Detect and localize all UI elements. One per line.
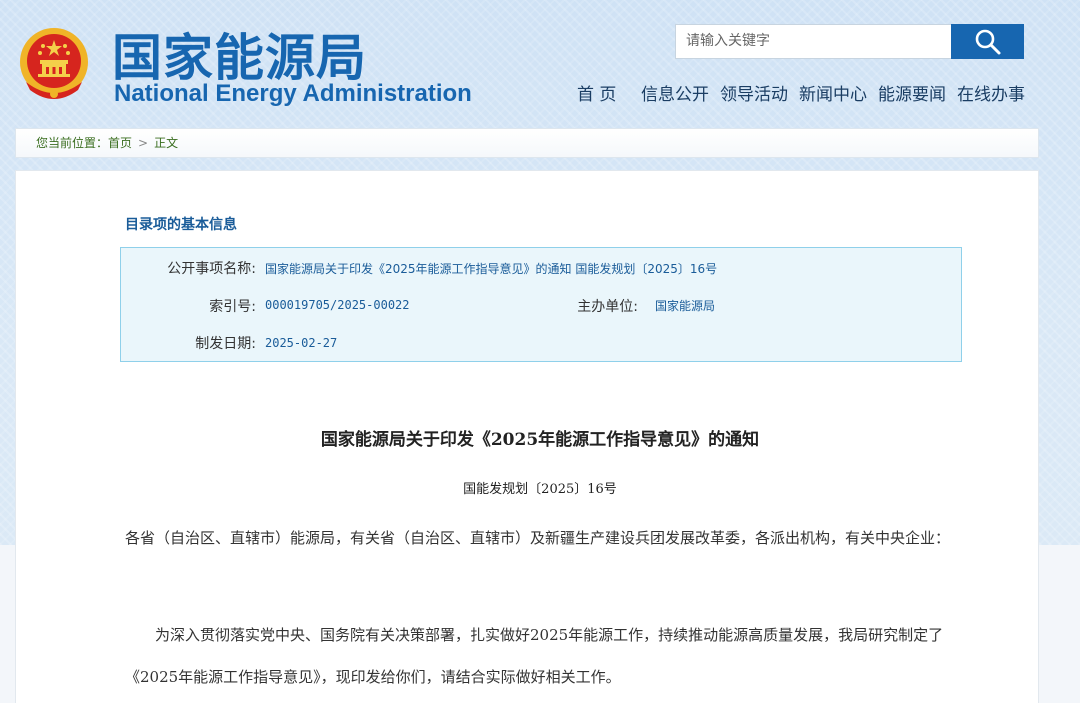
- index-label: 索引号:: [209, 299, 256, 315]
- breadcrumb-prefix: 您当前位置：: [36, 136, 109, 150]
- date-value: 2025-02-27: [265, 336, 338, 350]
- document-number: 国能发规划〔2025〕16号: [463, 482, 617, 497]
- search-input[interactable]: 请输入关键字: [675, 24, 952, 59]
- index-value: 000019705/2025-00022: [265, 298, 410, 312]
- issuer-value: 国家能源局: [655, 299, 716, 313]
- search-icon: [975, 29, 1000, 54]
- breadcrumb-separator: >: [138, 136, 149, 150]
- name-value: 国家能源局关于印发《2025年能源工作指导意见》的通知 国能发规划〔2025〕1…: [265, 262, 718, 276]
- name-label: 公开事项名称:: [167, 261, 256, 277]
- site-logo-english[interactable]: National Energy Administration: [114, 80, 472, 108]
- nav-leadership-activities[interactable]: 领导活动: [720, 80, 788, 105]
- national-emblem-icon[interactable]: [16, 24, 92, 102]
- date-label: 制发日期:: [195, 336, 256, 352]
- nav-online-services[interactable]: 在线办事: [957, 80, 1025, 105]
- nav-energy-news[interactable]: 能源要闻: [878, 80, 946, 105]
- nav-info-disclosure[interactable]: 信息公开: [641, 80, 709, 105]
- nav-home[interactable]: 首 页: [577, 80, 616, 105]
- document-paragraph: 各省（自治区、直辖市）能源局，有关省（自治区、直辖市）及新疆生产建设兵团发展改革…: [125, 529, 951, 547]
- search-button[interactable]: [951, 24, 1024, 59]
- breadcrumb: 您当前位置：首页 > 正文: [15, 128, 1039, 158]
- breadcrumb-home-link[interactable]: 首页: [108, 136, 132, 150]
- info-section-title: 目录项的基本信息: [125, 217, 237, 233]
- breadcrumb-current: 正文: [154, 136, 179, 150]
- nav-news-center[interactable]: 新闻中心: [799, 80, 867, 105]
- document-title: 国家能源局关于印发《2025年能源工作指导意见》的通知: [320, 430, 760, 450]
- issuer-label: 主办单位:: [577, 299, 638, 315]
- document-paragraph: 为深入贯彻落实党中央、国务院有关决策部署，扎实做好2025年能源工作，持续推动能…: [125, 626, 944, 686]
